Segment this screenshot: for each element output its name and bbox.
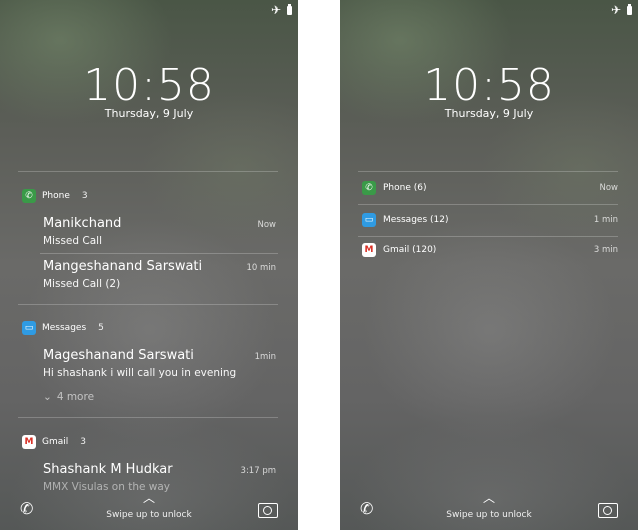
notification-title[interactable]: Mageshanand Sarswati bbox=[43, 348, 194, 363]
messages-group-header[interactable]: ▭ Messages 5 bbox=[22, 321, 104, 335]
chevron-down-icon: ⌄ bbox=[43, 391, 52, 403]
lockscreen-expanded: ✈ 10:58 Thursday, 9 July ✆ Phone 3 Manik… bbox=[0, 0, 298, 530]
messages-app-icon: ▭ bbox=[362, 213, 376, 227]
airplane-mode-icon: ✈ bbox=[270, 3, 281, 17]
notification-body[interactable]: Missed Call bbox=[43, 235, 102, 247]
notification-time: 3:17 pm bbox=[240, 466, 276, 476]
swipe-hint[interactable]: Swipe up to unlock bbox=[0, 510, 298, 520]
gmail-summary-row[interactable]: M Gmail (120) 3 min bbox=[362, 240, 618, 260]
phone-summary-row[interactable]: ✆ Phone (6) Now bbox=[362, 178, 618, 198]
summary-label: Gmail (120) bbox=[383, 245, 437, 255]
notification-title[interactable]: Mangeshanand Sarswati bbox=[43, 259, 202, 274]
summary-time: 3 min bbox=[593, 245, 618, 255]
phone-app-icon: ✆ bbox=[362, 181, 376, 195]
battery-icon bbox=[287, 3, 292, 15]
notification-time: 1min bbox=[254, 352, 276, 362]
summary-label: Messages (12) bbox=[383, 215, 449, 225]
gmail-app-icon: M bbox=[22, 435, 36, 449]
chevron-up-icon: ︿ bbox=[142, 491, 155, 505]
divider bbox=[358, 236, 618, 237]
show-more-button[interactable]: ⌄ 4 more bbox=[43, 391, 94, 403]
divider bbox=[358, 171, 618, 172]
battery-icon bbox=[627, 3, 632, 15]
group-app-name: Phone bbox=[42, 191, 70, 201]
notification-time: Now bbox=[257, 220, 276, 230]
date: Thursday, 9 July bbox=[444, 107, 534, 120]
airplane-mode-icon: ✈ bbox=[610, 3, 621, 17]
divider bbox=[40, 253, 278, 254]
camera-shortcut-icon[interactable] bbox=[258, 503, 278, 518]
notification-body[interactable]: Hi shashank i will call you in evening bbox=[43, 367, 236, 379]
lockscreen-collapsed: ✈ 10:58 Thursday, 9 July ✆ Phone (6) Now… bbox=[340, 0, 638, 530]
divider bbox=[18, 417, 278, 418]
group-count: 3 bbox=[80, 437, 86, 447]
notification-title[interactable]: Shashank M Hudkar bbox=[43, 462, 173, 477]
group-count: 3 bbox=[81, 191, 88, 201]
date: Thursday, 9 July bbox=[104, 107, 194, 120]
bottom-bar: ✆ ︿ Swipe up to unlock bbox=[0, 490, 298, 520]
phone-app-icon: ✆ bbox=[22, 189, 36, 203]
status-bar: ✈ bbox=[270, 3, 292, 17]
notification-title[interactable]: Manikchand bbox=[43, 216, 121, 231]
summary-time: Now bbox=[599, 183, 618, 193]
messages-summary-row[interactable]: ▭ Messages (12) 1 min bbox=[362, 210, 618, 230]
more-label: 4 more bbox=[56, 391, 95, 403]
messages-app-icon: ▭ bbox=[22, 321, 36, 335]
gmail-app-icon: M bbox=[362, 243, 376, 257]
notification-time: 10 min bbox=[246, 263, 276, 273]
divider bbox=[18, 171, 278, 172]
group-app-name: Gmail bbox=[42, 437, 69, 447]
chevron-up-icon: ︿ bbox=[482, 491, 495, 505]
status-bar: ✈ bbox=[610, 3, 632, 17]
summary-time: 1 min bbox=[593, 215, 618, 225]
group-count: 5 bbox=[98, 323, 104, 333]
divider bbox=[358, 204, 618, 205]
clock: 10:58 bbox=[423, 60, 555, 111]
notification-body[interactable]: Missed Call (2) bbox=[43, 278, 120, 290]
clock: 10:58 bbox=[83, 60, 215, 111]
summary-label: Phone (6) bbox=[383, 183, 427, 193]
group-app-name: Messages bbox=[42, 323, 87, 333]
camera-shortcut-icon[interactable] bbox=[598, 503, 618, 518]
bottom-bar: ✆ ︿ Swipe up to unlock bbox=[340, 490, 638, 520]
phone-group-header[interactable]: ✆ Phone 3 bbox=[22, 189, 88, 203]
divider bbox=[18, 304, 278, 305]
gmail-group-header[interactable]: M Gmail 3 bbox=[22, 435, 86, 449]
swipe-hint[interactable]: Swipe up to unlock bbox=[340, 510, 638, 520]
